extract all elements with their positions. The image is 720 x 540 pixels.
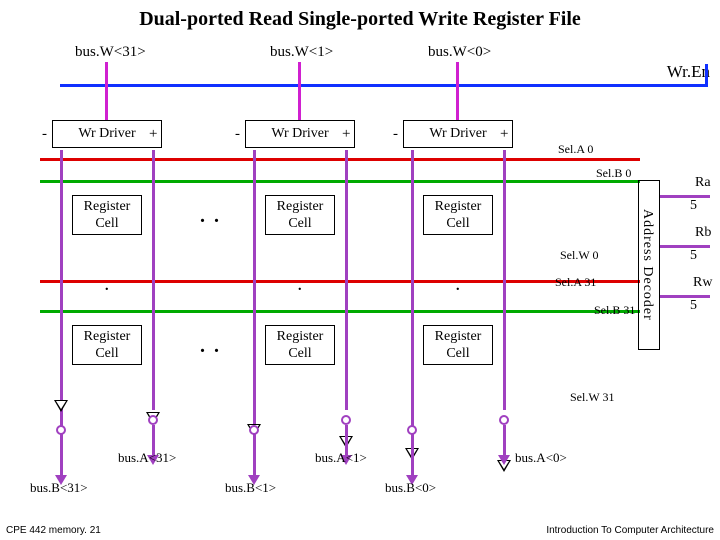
sela0-wire <box>40 158 640 161</box>
ring-b1 <box>249 425 259 435</box>
ring-b31 <box>56 425 66 435</box>
dots-h-r0: . . <box>200 205 221 228</box>
address-decoder-label: Address Decoder <box>639 181 655 349</box>
selb31-label: Sel.B 31 <box>594 303 635 318</box>
wr-driver-31: Wr Driver <box>52 120 162 148</box>
rw-wire <box>660 295 710 298</box>
busa-1-v <box>345 150 348 410</box>
busa-0-v <box>503 150 506 410</box>
rb-width: 5 <box>690 248 697 264</box>
ring-b0 <box>407 425 417 435</box>
rw-width: 5 <box>690 298 697 314</box>
busw-31-label: bus.W<31> <box>75 44 146 61</box>
reg-cell-r0-c1: Register Cell <box>265 195 335 235</box>
wren-label: Wr.En <box>667 62 710 82</box>
busa-31-v <box>152 150 155 410</box>
wren-wire <box>60 84 708 87</box>
sela31-wire <box>40 280 640 283</box>
busw-0-label: bus.W<0> <box>428 44 491 61</box>
busb-0-label: bus.B<0> <box>385 480 436 496</box>
busw-1-wire <box>298 62 301 120</box>
wr-driver-0: Wr Driver <box>403 120 513 148</box>
reg-cell-r31-c1: Register Cell <box>265 325 335 365</box>
reg-cell-r31-c0: Register Cell <box>423 325 493 365</box>
address-decoder-box: Address Decoder <box>638 180 660 350</box>
busa-1-label: bus.A<1> <box>315 450 367 466</box>
driver-31-minus: - <box>42 126 47 143</box>
busb-0-v <box>411 150 414 440</box>
selb0-label: Sel.B 0 <box>596 166 631 181</box>
dots-h-r31: . . <box>200 335 221 358</box>
busb-31-v <box>60 150 63 440</box>
footer-right: Introduction To Computer Architecture <box>546 525 714 536</box>
footer-left: CPE 442 memory. 21 <box>6 525 101 536</box>
busa-0-label: bus.A<0> <box>515 450 567 466</box>
selb0-wire <box>40 180 640 183</box>
selw0-label: Sel.W 0 <box>560 248 598 263</box>
busb-1-out <box>253 435 256 475</box>
selw31-label: Sel.W 31 <box>570 390 614 405</box>
busb-1-label: bus.B<1> <box>225 480 276 496</box>
sela0-label: Sel.A 0 <box>558 142 593 157</box>
ra-wire <box>660 195 710 198</box>
rb-label: Rb <box>695 225 711 241</box>
ring-a1 <box>341 415 351 425</box>
driver-1-plus: + <box>342 126 350 143</box>
driver-31-plus: + <box>149 126 157 143</box>
ring-a0 <box>499 415 509 425</box>
busb-0-out <box>411 435 414 475</box>
sela31-label: Sel.A 31 <box>555 275 596 290</box>
driver-1-minus: - <box>235 126 240 143</box>
ra-width: 5 <box>690 198 697 214</box>
busa-0-out <box>503 425 506 455</box>
busa-31-label: bus.A<31> <box>118 450 176 466</box>
reg-cell-r31-c31: Register Cell <box>72 325 142 365</box>
wren-wire-v <box>705 64 708 87</box>
driver-0-plus: + <box>500 126 508 143</box>
busw-31-wire <box>105 62 108 120</box>
rb-wire <box>660 245 710 248</box>
tri-b31 <box>54 400 68 412</box>
busw-0-wire <box>456 62 459 120</box>
reg-cell-r0-c31: Register Cell <box>72 195 142 235</box>
wr-driver-1: Wr Driver <box>245 120 355 148</box>
selb31-wire <box>40 310 640 313</box>
busw-1-label: bus.W<1> <box>270 44 333 61</box>
driver-0-minus: - <box>393 126 398 143</box>
busb-31-label: bus.B<31> <box>30 480 88 496</box>
busb-1-v <box>253 150 256 440</box>
arrow-a0 <box>498 455 510 465</box>
ring-a31 <box>148 415 158 425</box>
busb-31-out <box>60 435 63 475</box>
rw-label: Rw <box>693 275 712 291</box>
page-title: Dual-ported Read Single-ported Write Reg… <box>0 8 720 31</box>
ra-label: Ra <box>695 175 711 191</box>
reg-cell-r0-c0: Register Cell <box>423 195 493 235</box>
